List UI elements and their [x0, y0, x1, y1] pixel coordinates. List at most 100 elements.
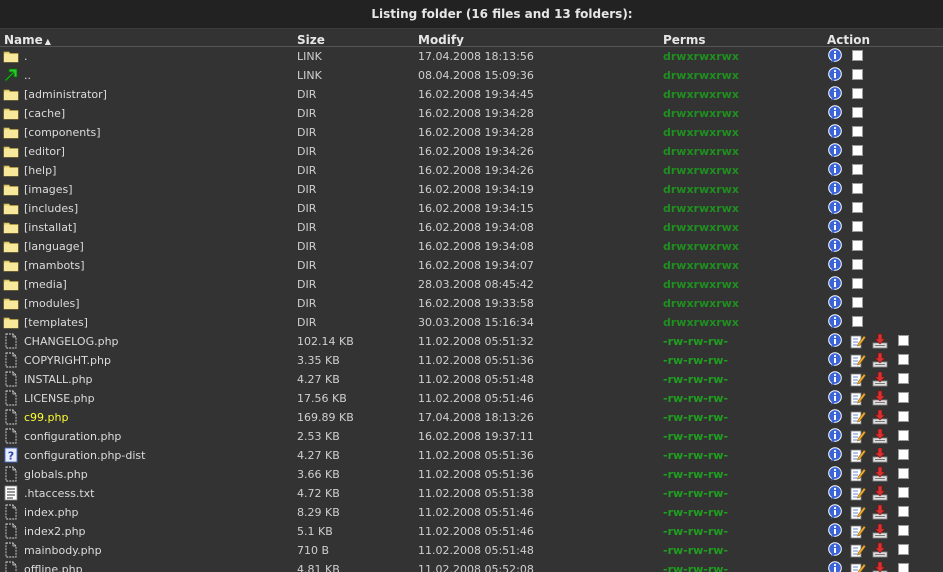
file-name-link[interactable]: COPYRIGHT.php	[24, 353, 111, 368]
file-name-link[interactable]: [images]	[24, 182, 73, 197]
file-permissions-link[interactable]: -rw-rw-rw-	[663, 448, 728, 463]
download-icon[interactable]	[872, 504, 888, 520]
file-name-link[interactable]: [cache]	[24, 106, 65, 121]
download-icon[interactable]	[872, 352, 888, 368]
file-row[interactable]: LICENSE.php 17.56 KB 11.02.2008 05:51:46 -r…	[0, 389, 943, 408]
edit-icon[interactable]	[850, 390, 866, 406]
info-icon[interactable]	[827, 466, 843, 482]
file-name-link[interactable]: [editor]	[24, 144, 65, 159]
download-icon[interactable]	[872, 390, 888, 406]
folder-row[interactable]: [language] DIR 16.02.2008 19:34:08 drwxrwxr…	[0, 237, 943, 256]
select-checkbox[interactable]	[852, 202, 863, 213]
edit-icon[interactable]	[850, 504, 866, 520]
select-checkbox[interactable]	[852, 240, 863, 251]
file-row[interactable]: index.php 8.29 KB 11.02.2008 05:51:46 -rw-r…	[0, 503, 943, 522]
info-icon[interactable]	[827, 561, 843, 572]
info-icon[interactable]	[827, 276, 843, 292]
folder-row[interactable]: [includes] DIR 16.02.2008 19:34:15 drwxrwxr…	[0, 199, 943, 218]
info-icon[interactable]	[827, 447, 843, 463]
file-name-link[interactable]: [mambots]	[24, 258, 85, 273]
file-permissions-link[interactable]: -rw-rw-rw-	[663, 391, 728, 406]
folder-row[interactable]: [modules] DIR 16.02.2008 19:33:58 drwxrwxrw…	[0, 294, 943, 313]
info-icon[interactable]	[827, 295, 843, 311]
folder-row[interactable]: [components] DIR 16.02.2008 19:34:28 drwxrw…	[0, 123, 943, 142]
file-name-link[interactable]: [installat]	[24, 220, 77, 235]
file-permissions-link[interactable]: drwxrwxrwx	[663, 68, 739, 83]
file-permissions-link[interactable]: drwxrwxrwx	[663, 49, 739, 64]
file-name-link[interactable]: CHANGELOG.php	[24, 334, 119, 349]
file-name-link[interactable]: configuration.php	[24, 429, 121, 444]
select-checkbox[interactable]	[852, 145, 863, 156]
folder-row[interactable]: [editor] DIR 16.02.2008 19:34:26 drwxrwxrwx	[0, 142, 943, 161]
file-permissions-link[interactable]: -rw-rw-rw-	[663, 429, 728, 444]
download-icon[interactable]	[872, 428, 888, 444]
download-icon[interactable]	[872, 485, 888, 501]
info-icon[interactable]	[827, 162, 843, 178]
folder-row[interactable]: [administrator] DIR 16.02.2008 19:34:45 drw…	[0, 85, 943, 104]
file-row[interactable]: COPYRIGHT.php 3.35 KB 11.02.2008 05:51:36 -…	[0, 351, 943, 370]
file-row[interactable]: index2.php 5.1 KB 11.02.2008 05:51:46 -rw-r…	[0, 522, 943, 541]
edit-icon[interactable]	[850, 542, 866, 558]
file-permissions-link[interactable]: drwxrwxrwx	[663, 144, 739, 159]
file-name-link[interactable]: [modules]	[24, 296, 80, 311]
file-row[interactable]: c99.php 169.89 KB 17.04.2008 18:13:26 -rw-r…	[0, 408, 943, 427]
file-row[interactable]: INSTALL.php 4.27 KB 11.02.2008 05:51:48 -rw…	[0, 370, 943, 389]
file-permissions-link[interactable]: drwxrwxrwx	[663, 106, 739, 121]
select-checkbox[interactable]	[852, 297, 863, 308]
file-permissions-link[interactable]: drwxrwxrwx	[663, 182, 739, 197]
file-permissions-link[interactable]: -rw-rw-rw-	[663, 353, 728, 368]
column-header-perms[interactable]: Perms	[663, 33, 706, 47]
file-permissions-link[interactable]: drwxrwxrwx	[663, 163, 739, 178]
column-header-name[interactable]: Name ▲	[4, 33, 51, 47]
select-checkbox[interactable]	[852, 107, 863, 118]
folder-row[interactable]: [templates] DIR 30.03.2008 15:16:34 drwxrwx…	[0, 313, 943, 332]
download-icon[interactable]	[872, 561, 888, 572]
info-icon[interactable]	[827, 67, 843, 83]
download-icon[interactable]	[872, 466, 888, 482]
file-name-link[interactable]: configuration.php-dist	[24, 448, 145, 463]
file-permissions-link[interactable]: -rw-rw-rw-	[663, 543, 728, 558]
edit-icon[interactable]	[850, 409, 866, 425]
info-icon[interactable]	[827, 485, 843, 501]
select-checkbox[interactable]	[898, 411, 909, 422]
select-checkbox[interactable]	[898, 373, 909, 384]
file-permissions-link[interactable]: -rw-rw-rw-	[663, 562, 728, 572]
select-checkbox[interactable]	[898, 487, 909, 498]
folder-row[interactable]: [help] DIR 16.02.2008 19:34:26 drwxrwxrwx	[0, 161, 943, 180]
select-checkbox[interactable]	[852, 126, 863, 137]
info-icon[interactable]	[827, 181, 843, 197]
edit-icon[interactable]	[850, 485, 866, 501]
info-icon[interactable]	[827, 523, 843, 539]
select-checkbox[interactable]	[898, 468, 909, 479]
info-icon[interactable]	[827, 542, 843, 558]
file-permissions-link[interactable]: drwxrwxrwx	[663, 277, 739, 292]
file-permissions-link[interactable]: drwxrwxrwx	[663, 220, 739, 235]
download-icon[interactable]	[872, 371, 888, 387]
folder-row[interactable]: . LINK 17.04.2008 18:13:56 drwxrwxrwx	[0, 47, 943, 66]
file-permissions-link[interactable]: -rw-rw-rw-	[663, 372, 728, 387]
file-permissions-link[interactable]: drwxrwxrwx	[663, 87, 739, 102]
info-icon[interactable]	[827, 504, 843, 520]
select-checkbox[interactable]	[898, 430, 909, 441]
edit-icon[interactable]	[850, 333, 866, 349]
file-permissions-link[interactable]: drwxrwxrwx	[663, 296, 739, 311]
download-icon[interactable]	[872, 542, 888, 558]
file-name-link[interactable]: .	[24, 49, 28, 64]
file-permissions-link[interactable]: -rw-rw-rw-	[663, 486, 728, 501]
info-icon[interactable]	[827, 124, 843, 140]
select-checkbox[interactable]	[852, 88, 863, 99]
select-checkbox[interactable]	[898, 563, 909, 572]
download-icon[interactable]	[872, 523, 888, 539]
file-permissions-link[interactable]: drwxrwxrwx	[663, 201, 739, 216]
select-checkbox[interactable]	[852, 164, 863, 175]
edit-icon[interactable]	[850, 371, 866, 387]
file-name-link[interactable]: [administrator]	[24, 87, 107, 102]
download-icon[interactable]	[872, 409, 888, 425]
file-permissions-link[interactable]: drwxrwxrwx	[663, 258, 739, 273]
file-name-link[interactable]: [language]	[24, 239, 84, 254]
edit-icon[interactable]	[850, 561, 866, 572]
info-icon[interactable]	[827, 390, 843, 406]
info-icon[interactable]	[827, 428, 843, 444]
edit-icon[interactable]	[850, 466, 866, 482]
folder-row[interactable]: [mambots] DIR 16.02.2008 19:34:07 drwxrwxrw…	[0, 256, 943, 275]
